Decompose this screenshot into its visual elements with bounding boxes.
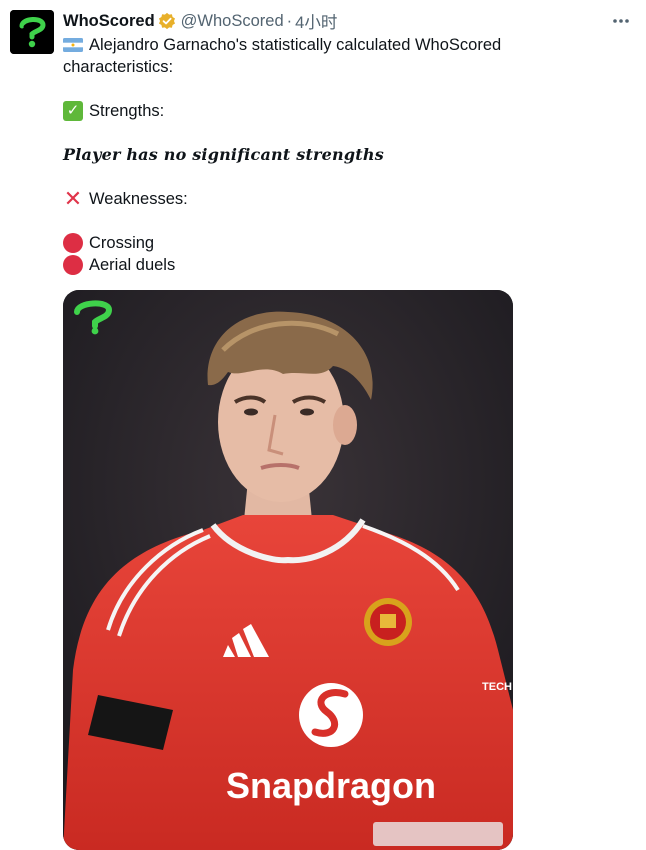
player-photo-illustration: Snapdragon TECH [63,290,513,850]
tweet: WhoScored @WhoScored · 4小时 Alejandro Gar… [0,0,646,850]
tweet-text: Alejandro Garnacho's statistically calcu… [63,34,623,276]
display-name[interactable]: WhoScored [63,12,155,31]
handle[interactable]: @WhoScored [181,12,284,31]
tweet-photo[interactable]: Snapdragon TECH [63,290,513,850]
intro-text: Alejandro Garnacho's statistically calcu… [89,36,502,54]
strengths-label: Strengths: [89,102,165,120]
argentina-flag-icon [63,38,83,52]
intro-text-2: characteristics: [63,58,174,76]
strengths-line: Player has no significant strengths [63,144,623,166]
red-circle-icon [63,255,83,275]
more-icon[interactable] [610,10,632,32]
weakness-item: Aerial duels [63,254,623,276]
intro-line: Alejandro Garnacho's statistically calcu… [63,34,623,56]
sleeve-text: TECH [482,681,512,693]
timestamp[interactable]: 4小时 [295,9,337,33]
check-mark-icon: ✓ [63,101,83,121]
strengths-text: Player has no significant strengths [63,145,384,164]
snapdragon-logo-icon [299,683,363,747]
strengths-heading: ✓ Strengths: [63,100,623,122]
weakness-label: Aerial duels [89,256,176,274]
red-circle-icon [63,233,83,253]
separator-dot: · [286,11,293,30]
sponsor-text: Snapdragon [226,765,436,806]
tweet-header: WhoScored @WhoScored · 4小时 [63,9,337,33]
intro-line-2: characteristics: [63,56,623,78]
weakness-item: Crossing [63,232,623,254]
weaknesses-label: Weaknesses: [89,190,188,208]
avatar[interactable] [10,10,54,54]
weakness-label: Crossing [89,234,155,252]
whoscored-logo-icon [10,10,54,54]
cross-mark-icon: ✕ [63,186,83,211]
verified-badge-icon [158,12,175,30]
club-crest-icon [364,598,412,646]
watermark [373,822,503,846]
weaknesses-heading: ✕ Weaknesses: [63,188,623,210]
